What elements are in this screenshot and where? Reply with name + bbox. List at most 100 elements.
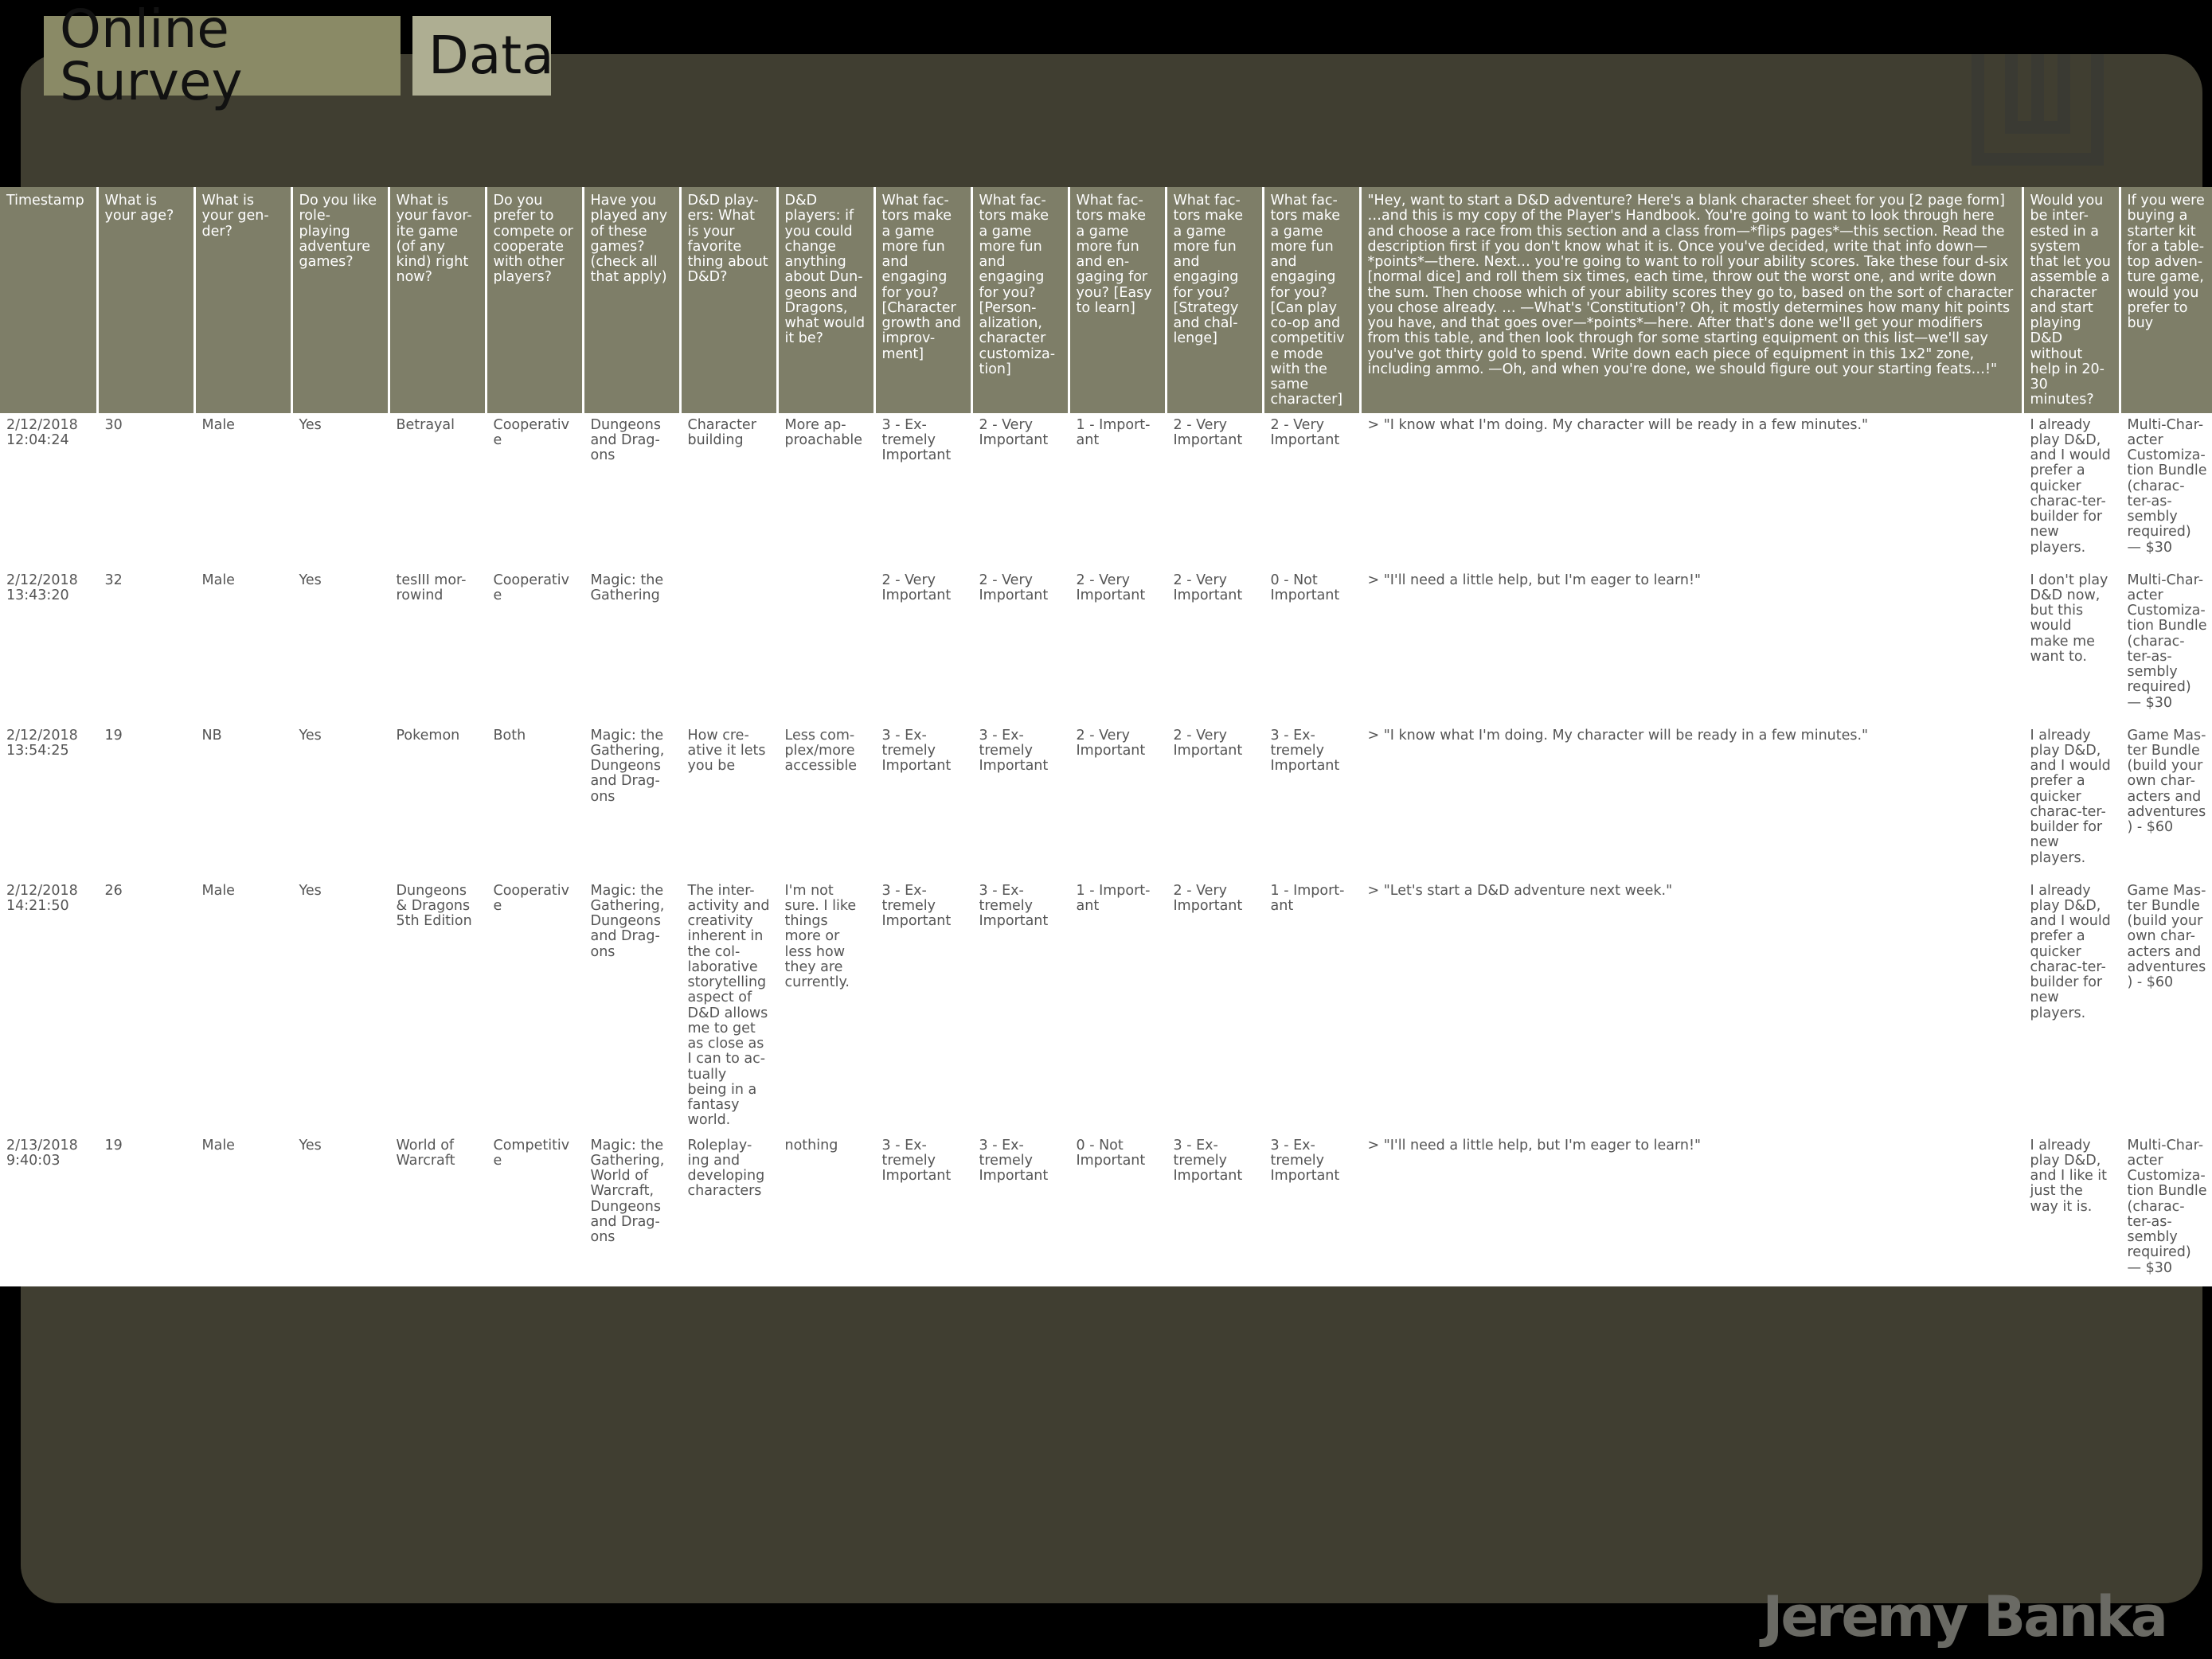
table-cell <box>680 568 779 724</box>
table-cell: Magic: the Gathering, Dungeons and Drag-… <box>583 878 682 1134</box>
table-cell: nothing <box>777 1133 876 1286</box>
header-cell: Do you like role-playing adventure games… <box>291 187 390 413</box>
table-cell: NB <box>194 723 293 879</box>
table-cell: Magic: the Gathering, Dungeons and Drag-… <box>583 723 682 879</box>
author-signature: Jeremy Banka <box>1762 1584 2168 1649</box>
table-cell: 3 - Ex-tremely Important <box>874 412 973 568</box>
table-cell: tesIII mor-rowind <box>389 568 487 724</box>
table-cell: I don't play D&D now, but this would mak… <box>2022 568 2121 724</box>
table-row: 2/12/2018 13:43:20 32 Male Yes tesIII mo… <box>0 568 2212 724</box>
table-cell: 3 - Ex-tremely Important <box>1263 1133 1362 1286</box>
table-header-row: Timestamp What is your age? What is your… <box>0 187 2212 413</box>
header-cell: Would you be inter-ested in a system tha… <box>2022 187 2121 413</box>
table-row: 2/12/2018 14:21:50 26 Male Yes Dungeons … <box>0 878 2212 1134</box>
header-cell: What fac-tors make a game more fun and e… <box>1263 187 1362 413</box>
table-cell: More ap-proachable <box>777 412 876 568</box>
table-cell: Male <box>194 878 293 1134</box>
header-cell: What fac-tors make a game more fun and e… <box>971 187 1070 413</box>
table-cell: > "I know what I'm doing. My character w… <box>1360 723 2024 879</box>
header-cell: Have you played any of these games? (che… <box>583 187 682 413</box>
table-cell: 19 <box>97 1133 196 1286</box>
table-cell: Roleplay-ing and developing characters <box>680 1133 779 1286</box>
header-cell: What fac-tors make a game more fun and e… <box>1069 187 1167 413</box>
table-cell: Pokemon <box>389 723 487 879</box>
table-cell: Yes <box>291 412 390 568</box>
title-data: Data <box>412 16 554 96</box>
header-cell: What is your age? <box>97 187 196 413</box>
table-cell: Game Mas-ter Bundle (build your own char… <box>2120 878 2212 1134</box>
table-cell: Character building <box>680 412 779 568</box>
survey-data-table: Timestamp What is your age? What is your… <box>0 187 2212 1286</box>
header-cell: What fac-tors make a game more fun and e… <box>874 187 973 413</box>
header-cell: Timestamp <box>0 187 99 413</box>
table-cell: 2 - Very Important <box>1263 412 1362 568</box>
table-cell: I already play D&D, and I would prefer a… <box>2022 723 2121 879</box>
table-cell: 2 - Very Important <box>1069 723 1167 879</box>
table-cell: Cooperative <box>486 568 584 724</box>
table-cell: Competitive <box>486 1133 584 1286</box>
table-cell: 1 - Import-ant <box>1069 878 1167 1134</box>
table-cell: 1 - Import-ant <box>1069 412 1167 568</box>
header-cell: If you were buying a starter kit for a t… <box>2120 187 2212 413</box>
table-cell: 2 - Very Important <box>971 568 1070 724</box>
table-cell: 2/12/2018 13:43:20 <box>0 568 99 724</box>
table-cell: 2/13/2018 9:40:03 <box>0 1133 99 1286</box>
table-cell: 2/12/2018 14:21:50 <box>0 878 99 1134</box>
table-cell: World of Warcraft <box>389 1133 487 1286</box>
table-cell: I already play D&D, and I like it just t… <box>2022 1133 2121 1286</box>
table-cell: 0 - Not Important <box>1069 1133 1167 1286</box>
table-cell: Yes <box>291 878 390 1134</box>
table-cell: 3 - Ex-tremely Important <box>1263 723 1362 879</box>
table-cell: Multi-Char-acter Customiza-tion Bundle (… <box>2120 568 2212 724</box>
table-cell: Magic: the Gathering <box>583 568 682 724</box>
table-cell: How cre-ative it lets you be <box>680 723 779 879</box>
table-cell: Yes <box>291 568 390 724</box>
table-cell: Dungeons and Drag-ons <box>583 412 682 568</box>
table-cell: The inter-activity and creativity inhere… <box>680 878 779 1134</box>
table-cell: 3 - Ex-tremely Important <box>971 723 1070 879</box>
table-cell: 1 - Import-ant <box>1263 878 1362 1134</box>
table-cell: 3 - Ex-tremely Important <box>971 878 1070 1134</box>
table-cell: 3 - Ex-tremely Important <box>971 1133 1070 1286</box>
table-cell: 2 - Very Important <box>1166 568 1264 724</box>
table-cell: Yes <box>291 1133 390 1286</box>
header-cell: Do you prefer to compete or cooperate wi… <box>486 187 584 413</box>
table-cell: Dungeons & Dragons 5th Edition <box>389 878 487 1134</box>
table-cell: I'm not sure. I like things more or less… <box>777 878 876 1134</box>
table-cell: 30 <box>97 412 196 568</box>
table-cell: I already play D&D, and I would prefer a… <box>2022 412 2121 568</box>
table-cell: Cooperative <box>486 412 584 568</box>
table-cell: 3 - Ex-tremely Important <box>874 723 973 879</box>
title-online-survey: Online Survey <box>44 3 401 108</box>
table-cell: Betrayal <box>389 412 487 568</box>
table-cell: > "I'll need a little help, but I'm eage… <box>1360 568 2024 724</box>
table-row: 2/12/2018 13:54:25 19 NB Yes Pokemon Bot… <box>0 723 2212 879</box>
table-cell: 2 - Very Important <box>971 412 1070 568</box>
header-cell: What is your favor-ite game (of any kind… <box>389 187 487 413</box>
table-cell: 2/12/2018 13:54:25 <box>0 723 99 879</box>
table-cell: Cooperative <box>486 878 584 1134</box>
header-cell: D&D play-ers: What is your favorite thin… <box>680 187 779 413</box>
table-cell: Multi-Char-acter Customiza-tion Bundle (… <box>2120 412 2212 568</box>
table-cell: Male <box>194 1133 293 1286</box>
table-cell: 32 <box>97 568 196 724</box>
table-cell: 2 - Very Important <box>1069 568 1167 724</box>
table-cell <box>777 568 876 724</box>
table-row: 2/12/2018 12:04:24 30 Male Yes Betrayal … <box>0 412 2212 568</box>
table-cell: 2/12/2018 12:04:24 <box>0 412 99 568</box>
monogram-logo-icon <box>1972 54 2104 166</box>
header-cell: What is your gen-der? <box>194 187 293 413</box>
table-cell: 2 - Very Important <box>874 568 973 724</box>
table-cell: Both <box>486 723 584 879</box>
table-cell: 3 - Ex-tremely Important <box>874 878 973 1134</box>
table-cell: Male <box>194 568 293 724</box>
table-cell: > "I'll need a little help, but I'm eage… <box>1360 1133 2024 1286</box>
table-cell: 2 - Very Important <box>1166 878 1264 1134</box>
header-cell: "Hey, want to start a D&D adventure? Her… <box>1360 187 2024 413</box>
table-cell: > "I know what I'm doing. My character w… <box>1360 412 2024 568</box>
table-cell: Less com-plex/more accessible <box>777 723 876 879</box>
table-cell: Magic: the Gathering, World of Warcraft,… <box>583 1133 682 1286</box>
table-cell: 2 - Very Important <box>1166 723 1264 879</box>
table-cell: 3 - Ex-tremely Important <box>874 1133 973 1286</box>
header-cell: D&D players: if you could change anythin… <box>777 187 876 413</box>
